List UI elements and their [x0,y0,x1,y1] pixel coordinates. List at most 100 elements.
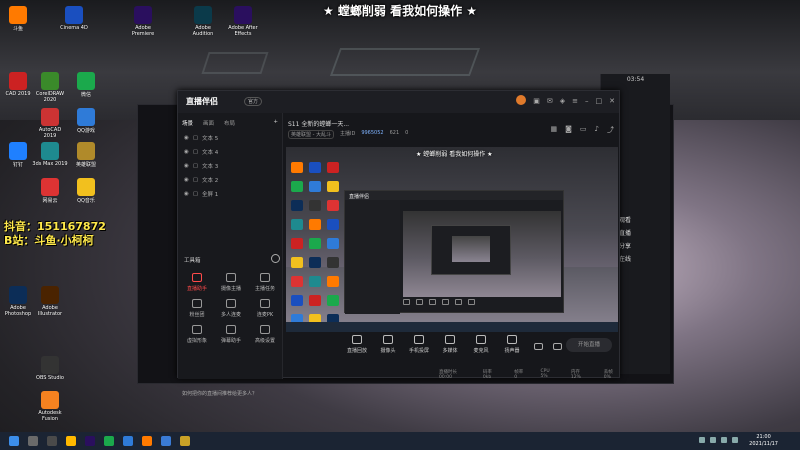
close-icon[interactable]: ✕ [609,97,615,105]
eye-icon[interactable]: ◉ [184,149,189,155]
right-panel-item[interactable]: 分享 [619,240,631,253]
desktop-icon[interactable]: 英雄联盟 [68,142,104,168]
desktop-icon[interactable]: 网易云 [32,178,68,204]
mail-icon[interactable]: ✉ [547,97,553,105]
desktop-icon[interactable]: CorelDRAW 2020 [32,72,68,103]
tool-button[interactable]: 连麦PK [250,299,280,318]
app-icon [41,178,59,196]
search-icon[interactable] [28,436,38,446]
bell-icon[interactable]: ♪ [595,125,599,135]
source-control[interactable]: 摄像头 [375,335,401,354]
scene-item[interactable]: ◉ ▢ 全屏 1 [178,187,282,201]
monitor-icon[interactable]: ▭ [580,125,587,135]
wechat-icon[interactable] [104,436,114,446]
maximize-icon[interactable]: □ [596,97,603,105]
taskbar-clock[interactable]: 21:00 2021/11/17 [749,434,778,448]
volume-icon[interactable] [732,437,738,443]
tip-notice[interactable]: 如何把你的直播间推荐给更多人？ [182,390,257,397]
right-panel-item[interactable]: 直播 [619,227,631,240]
tool-button[interactable]: 虚拟形象 [182,325,212,344]
layout-toggle-icon[interactable] [553,343,562,350]
add-icon[interactable]: + [273,119,278,127]
scene-item[interactable]: ◉ ▢ 文本 2 [178,173,282,187]
minimize-icon[interactable]: – [585,97,589,105]
room-title[interactable]: S11 全新的螳螂一天... [288,119,349,128]
scene-item[interactable]: ◉ ▢ 文本 4 [178,145,282,159]
live-companion-window[interactable]: 直播伴侣 官方 ▣ ✉ ◈ ≡ – □ ✕ 场景 画面 布局 + ◉ ▢ 文本 5 ◉ ▢ 文本… [177,90,620,397]
app-icon [41,142,59,160]
desktop-icon[interactable]: 斗鱼 [0,6,36,32]
eye-icon[interactable]: ◉ [184,177,189,183]
premiere-icon[interactable] [85,436,95,446]
scene-item[interactable]: ◉ ▢ 文本 3 [178,159,282,173]
desktop-icon[interactable]: 钉钉 [0,142,36,168]
category-tag[interactable]: 英雄联盟 - 大乱斗 [288,130,334,139]
desktop-icon[interactable]: 微信 [68,72,104,98]
league-icon[interactable] [180,436,190,446]
desktop-icon[interactable]: Autodesk Fusion [32,391,68,422]
scene-tab[interactable]: 场景 [182,119,193,127]
layout-icon[interactable]: ▦ [550,125,557,135]
desktop-icon[interactable]: Adobe After Effects [225,6,261,37]
desktop-icon[interactable]: Cinema 4D [56,6,92,31]
lock-icon[interactable]: ▢ [193,191,198,197]
camera-icon[interactable]: ◙ [565,125,572,135]
lock-icon[interactable]: ▢ [193,149,198,155]
source-control[interactable]: 麦克风 [468,335,494,354]
source-control[interactable]: 直播回放 [344,335,370,354]
tray-icon[interactable] [699,437,705,443]
tool-button[interactable]: 高级设置 [250,325,280,344]
lock-icon[interactable]: ▢ [193,163,198,169]
scene-item[interactable]: ◉ ▢ 文本 5 [178,131,282,145]
avatar[interactable] [516,95,527,105]
desktop-icon[interactable]: OBS Studio [32,356,68,381]
desktop-icon[interactable]: Adobe Premiere [125,6,161,37]
desktop-icon[interactable]: QQ游戏 [68,108,104,134]
desktop-icon[interactable]: AutoCAD 2019 [32,108,68,139]
desktop-icon[interactable]: QQ音乐 [68,178,104,204]
gift-icon[interactable]: ▣ [533,97,540,105]
right-panel-item[interactable]: 观看 [619,214,631,227]
tool-button[interactable]: 摄像主播 [216,273,246,292]
scene-tab[interactable]: 画面 [203,119,214,127]
tool-button[interactable]: 主播任务 [250,273,280,292]
app-icon[interactable] [161,436,171,446]
tool-button[interactable]: 粉丝团 [182,299,212,318]
browser-icon[interactable] [123,436,133,446]
tray-icon[interactable] [710,437,716,443]
lock-icon[interactable]: ▢ [193,135,198,141]
task-view-icon[interactable] [47,436,57,446]
desktop-icon[interactable]: 3ds Max 2019 [32,142,68,167]
live-companion-icon[interactable] [142,436,152,446]
record-icon[interactable] [534,343,543,350]
desktop-icon[interactable]: Adobe Audition [185,6,221,37]
desktop-icon[interactable]: Adobe Illustrator [32,286,68,317]
stream-preview[interactable]: ★ 螳螂削弱 看我如何操作 ★ 直播伴侣 [286,147,618,332]
skin-icon[interactable]: ◈ [560,97,565,105]
explorer-icon[interactable] [66,436,76,446]
eye-icon[interactable]: ◉ [184,163,189,169]
tool-button[interactable]: 多人连麦 [216,299,246,318]
settings-icon[interactable] [271,254,280,263]
eye-icon[interactable]: ◉ [184,135,189,141]
share-icon[interactable]: ⤴ [607,125,614,135]
title-bar[interactable]: 直播伴侣 官方 ▣ ✉ ◈ ≡ – □ ✕ [178,91,619,113]
windows-taskbar: 21:00 2021/11/17 [0,432,800,450]
tool-button[interactable]: 弹幕助手 [216,325,246,344]
network-icon[interactable] [721,437,727,443]
eye-icon[interactable]: ◉ [184,191,189,197]
tool-button[interactable]: 直播助手 [182,273,212,292]
menu-icon[interactable]: ≡ [572,97,578,105]
lock-icon[interactable]: ▢ [193,177,198,183]
source-control[interactable]: 扬声器 [499,335,525,354]
right-panel-item[interactable]: 在线 [619,253,631,266]
start-icon[interactable] [9,436,19,446]
source-control[interactable]: 多媒体 [437,335,463,354]
desktop-icon[interactable]: CAD 2019 [0,72,36,97]
source-control[interactable]: 手机投屏 [406,335,432,354]
start-live-button[interactable]: 开始直播 [566,338,612,352]
preview-app-icon [291,181,303,192]
scene-tab[interactable]: 布局 [224,119,235,127]
tool-icon [226,299,236,308]
desktop-icon[interactable]: Adobe Photoshop [0,286,36,317]
